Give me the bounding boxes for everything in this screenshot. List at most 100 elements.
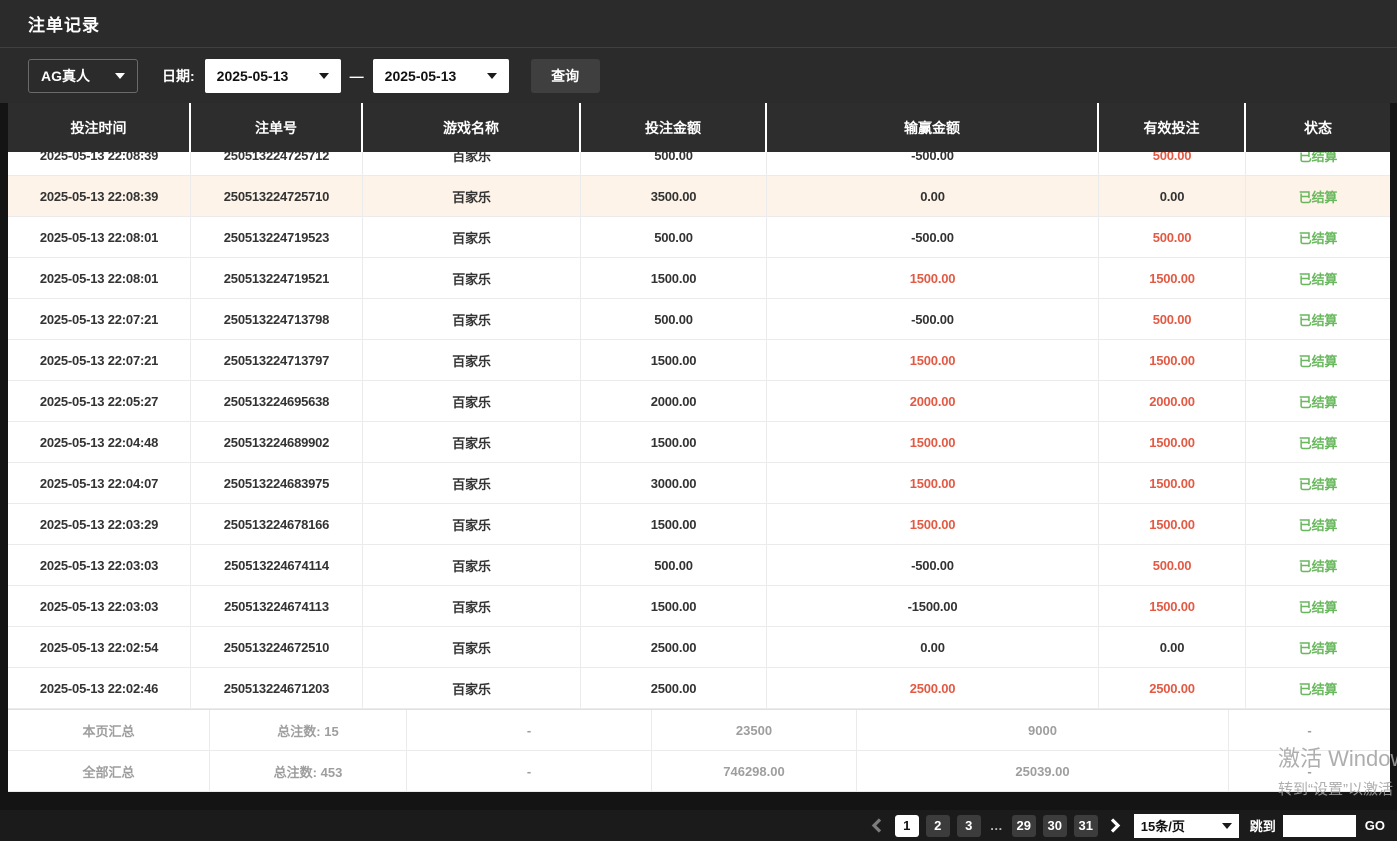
date-from-select[interactable]: 2025-05-13 xyxy=(205,59,341,93)
summary-bet-count: 总注数: 15 xyxy=(210,710,407,750)
win-loss-amount: -1500.00 xyxy=(767,586,1099,627)
table-row[interactable]: 2025-05-13 22:04:48250513224689902百家乐150… xyxy=(8,422,1390,463)
summary-row: 本页汇总总注数: 15-235009000- xyxy=(8,710,1390,751)
game-name: 百家乐 xyxy=(363,627,581,668)
bet-amount: 1500.00 xyxy=(581,422,767,463)
bet-number: 250513224713797 xyxy=(191,340,363,381)
game-name: 百家乐 xyxy=(363,422,581,463)
bet-number: 250513224674113 xyxy=(191,586,363,627)
date-to-select[interactable]: 2025-05-13 xyxy=(373,59,509,93)
bet-time: 2025-05-13 22:03:03 xyxy=(8,586,191,627)
valid-bet: 500.00 xyxy=(1099,152,1246,176)
table-row[interactable]: 2025-05-13 22:08:01250513224719521百家乐150… xyxy=(8,258,1390,299)
valid-bet: 1500.00 xyxy=(1099,504,1246,545)
table-row[interactable]: 2025-05-13 22:02:54250513224672510百家乐250… xyxy=(8,627,1390,668)
summary-bet-count: 总注数: 453 xyxy=(210,751,407,791)
pagination-bar: 123…293031 15条/页 跳到 GO xyxy=(0,810,1397,841)
bet-time: 2025-05-13 22:07:21 xyxy=(8,299,191,340)
table-row[interactable]: 2025-05-13 22:03:29250513224678166百家乐150… xyxy=(8,504,1390,545)
valid-bet: 2500.00 xyxy=(1099,668,1246,709)
win-loss-amount: 2500.00 xyxy=(767,668,1099,709)
bet-time: 2025-05-13 22:08:39 xyxy=(8,176,191,217)
page-button-31[interactable]: 31 xyxy=(1074,815,1098,837)
win-loss-amount: 0.00 xyxy=(767,627,1099,668)
chevron-right-icon xyxy=(1110,818,1121,833)
chevron-down-icon xyxy=(319,73,329,79)
page-button-2[interactable]: 2 xyxy=(926,815,950,837)
table-row[interactable]: 2025-05-13 22:08:39250513224725712百家乐500… xyxy=(8,152,1390,176)
platform-select[interactable]: AG真人 xyxy=(28,59,138,93)
table-row[interactable]: 2025-05-13 22:03:03250513224674114百家乐500… xyxy=(8,545,1390,586)
game-name: 百家乐 xyxy=(363,463,581,504)
page-button-30[interactable]: 30 xyxy=(1043,815,1067,837)
valid-bet: 0.00 xyxy=(1099,627,1246,668)
bet-number: 250513224672510 xyxy=(191,627,363,668)
bet-amount: 1500.00 xyxy=(581,586,767,627)
summary-table: 本页汇总总注数: 15-235009000-全部汇总总注数: 453-74629… xyxy=(8,709,1390,792)
status-badge: 已结算 xyxy=(1246,258,1390,299)
column-header: 游戏名称 xyxy=(363,103,581,152)
column-header: 有效投注 xyxy=(1099,103,1246,152)
title-bar: 注单记录 xyxy=(0,0,1397,48)
jump-page-input[interactable] xyxy=(1283,815,1356,837)
bet-amount: 500.00 xyxy=(581,217,767,258)
prev-page-button[interactable] xyxy=(866,815,888,837)
status-badge: 已结算 xyxy=(1246,340,1390,381)
valid-bet: 500.00 xyxy=(1099,299,1246,340)
bet-time: 2025-05-13 22:03:03 xyxy=(8,545,191,586)
table-row[interactable]: 2025-05-13 22:07:21250513224713798百家乐500… xyxy=(8,299,1390,340)
win-loss-amount: -500.00 xyxy=(767,299,1099,340)
game-name: 百家乐 xyxy=(363,152,581,176)
valid-bet: 1500.00 xyxy=(1099,422,1246,463)
bet-time: 2025-05-13 22:04:48 xyxy=(8,422,191,463)
valid-bet: 2000.00 xyxy=(1099,381,1246,422)
date-range-separator: — xyxy=(350,68,364,84)
page-title: 注单记录 xyxy=(28,11,100,36)
page-button-1[interactable]: 1 xyxy=(895,815,919,837)
summary-label: 全部汇总 xyxy=(8,751,210,791)
query-button[interactable]: 查询 xyxy=(531,59,600,93)
chevron-down-icon xyxy=(487,73,497,79)
pagination-ellipsis: … xyxy=(988,818,1005,833)
table-row[interactable]: 2025-05-13 22:07:21250513224713797百家乐 150… xyxy=(8,340,1390,381)
table-header-row: 投注时间注单号游戏名称投注金额输赢金额有效投注状态 xyxy=(8,103,1390,152)
status-badge: 已结算 xyxy=(1246,545,1390,586)
valid-bet: 500.00 xyxy=(1099,545,1246,586)
table-row[interactable]: 2025-05-13 22:08:01250513224719523百家乐500… xyxy=(8,217,1390,258)
page-button-29[interactable]: 29 xyxy=(1012,815,1036,837)
bet-time: 2025-05-13 22:07:21 xyxy=(8,340,191,381)
page-size-select[interactable]: 15条/页 xyxy=(1134,814,1239,838)
game-name: 百家乐 xyxy=(363,504,581,545)
summary-valid: - xyxy=(1229,710,1390,750)
column-header: 输赢金额 xyxy=(767,103,1099,152)
chevron-left-icon xyxy=(871,818,882,833)
bet-amount: 2500.00 xyxy=(581,627,767,668)
win-loss-amount: 1500.00 xyxy=(767,340,1099,381)
bet-number: 250513224695638 xyxy=(191,381,363,422)
table-row[interactable]: 2025-05-13 22:08:39250513224725710百家乐350… xyxy=(8,176,1390,217)
win-loss-amount: 1500.00 xyxy=(767,258,1099,299)
table-row[interactable]: 2025-05-13 22:04:07250513224683975百家乐300… xyxy=(8,463,1390,504)
game-name: 百家乐 xyxy=(363,381,581,422)
valid-bet: 0.00 xyxy=(1099,176,1246,217)
status-badge: 已结算 xyxy=(1246,668,1390,709)
summary-bet-total: 746298.00 xyxy=(652,751,857,791)
status-badge: 已结算 xyxy=(1246,152,1390,176)
table-row[interactable]: 2025-05-13 22:02:46250513224671203百家乐250… xyxy=(8,668,1390,709)
bet-time: 2025-05-13 22:08:39 xyxy=(8,152,191,176)
valid-bet: 1500.00 xyxy=(1099,463,1246,504)
go-button[interactable]: GO xyxy=(1365,818,1385,833)
column-header: 注单号 xyxy=(191,103,363,152)
page-button-3[interactable]: 3 xyxy=(957,815,981,837)
table-row[interactable]: 2025-05-13 22:05:27250513224695638百家乐200… xyxy=(8,381,1390,422)
bet-time: 2025-05-13 22:02:54 xyxy=(8,627,191,668)
bet-number: 250513224719523 xyxy=(191,217,363,258)
status-badge: 已结算 xyxy=(1246,586,1390,627)
next-page-button[interactable] xyxy=(1105,815,1127,837)
bet-amount: 500.00 xyxy=(581,152,767,176)
filter-bar: AG真人 日期: 2025-05-13 — 2025-05-13 查询 xyxy=(0,48,1397,103)
chevron-down-icon xyxy=(115,73,125,79)
bet-amount: 3500.00 xyxy=(581,176,767,217)
table-row[interactable]: 2025-05-13 22:03:03250513224674113百家乐150… xyxy=(8,586,1390,627)
game-name: 百家乐 xyxy=(363,340,581,381)
